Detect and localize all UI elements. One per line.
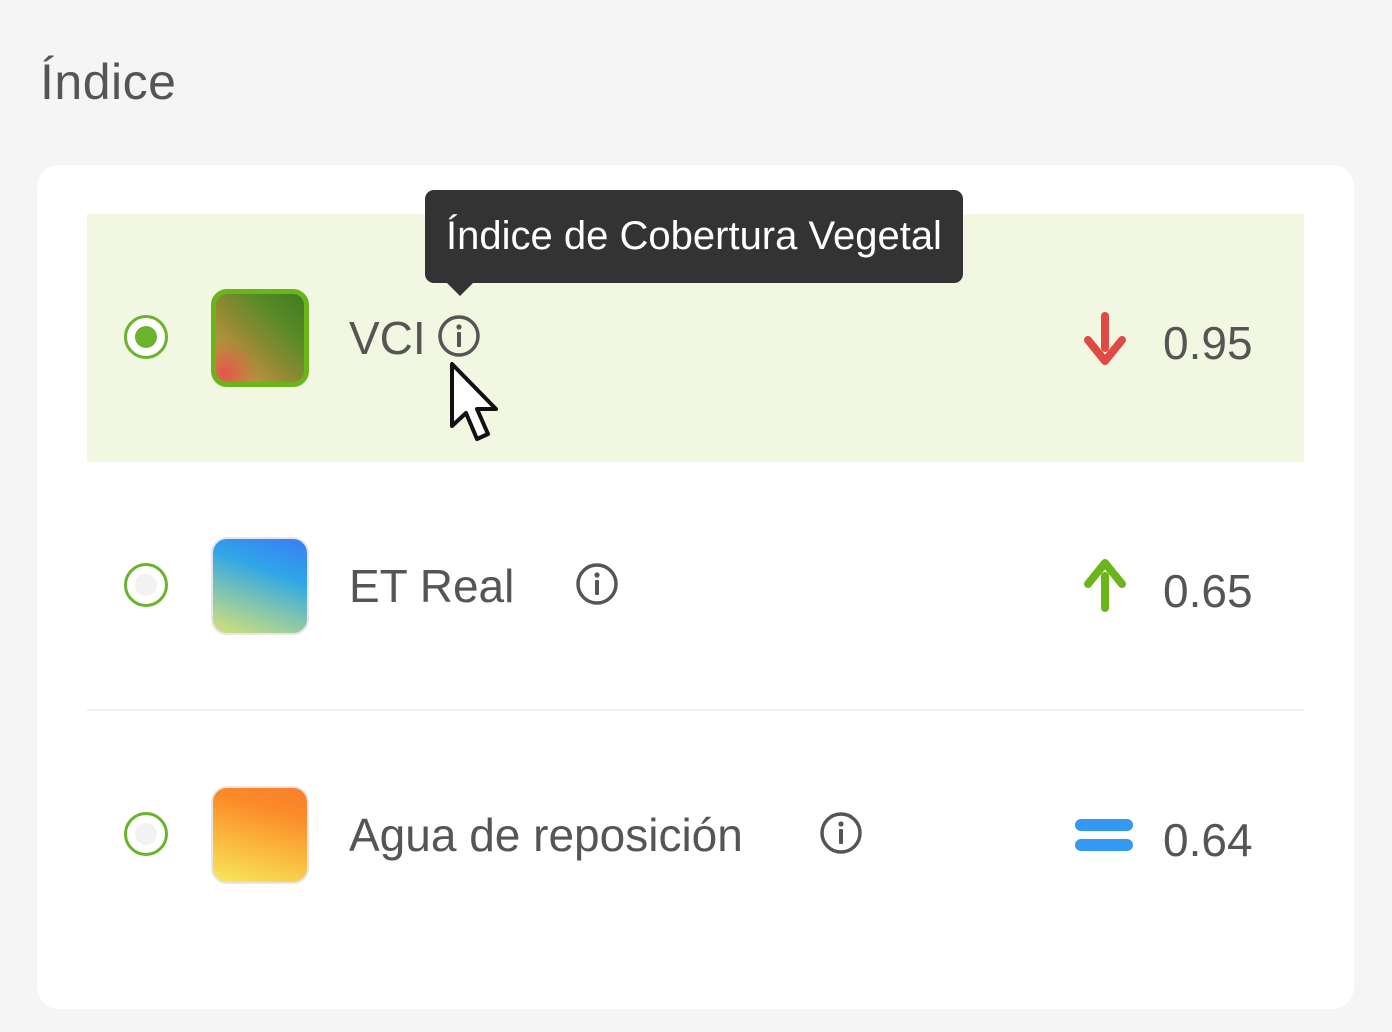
index-card: VCI 0.95 ET Real 0.65 Agua de reposición… [37, 165, 1354, 1009]
info-icon[interactable] [437, 314, 481, 358]
info-icon[interactable] [575, 562, 619, 606]
equals-icon [1075, 819, 1133, 851]
index-row-et-real[interactable]: ET Real 0.65 [87, 462, 1304, 710]
mouse-cursor-icon [450, 362, 498, 441]
index-row-agua-de-reposicion[interactable]: Agua de reposición 0.64 [87, 711, 1304, 959]
arrow-up-icon [1084, 559, 1126, 612]
radio-dot [135, 574, 157, 596]
tooltip-arrow [446, 282, 474, 296]
section-title: Índice [40, 54, 177, 110]
index-value-agua-de-reposicion: 0.64 [1163, 814, 1253, 866]
arrow-down-icon [1084, 312, 1126, 365]
info-icon[interactable] [819, 811, 863, 855]
index-value-vci: 0.95 [1163, 317, 1253, 369]
info-tooltip: Índice de Cobertura Vegetal [425, 190, 963, 283]
et-real-thumbnail [211, 537, 309, 635]
agua-de-reposicion-thumbnail [211, 786, 309, 884]
index-label-vci: VCI [349, 312, 426, 364]
radio-et-real[interactable] [124, 563, 168, 607]
index-value-et-real: 0.65 [1163, 565, 1253, 617]
radio-dot [135, 823, 157, 845]
radio-dot [135, 326, 157, 348]
index-label-agua-de-reposicion: Agua de reposición [349, 809, 743, 861]
vci-thumbnail [211, 289, 309, 387]
index-label-et-real: ET Real [349, 560, 515, 612]
radio-vci[interactable] [124, 315, 168, 359]
radio-agua-de-reposicion[interactable] [124, 812, 168, 856]
